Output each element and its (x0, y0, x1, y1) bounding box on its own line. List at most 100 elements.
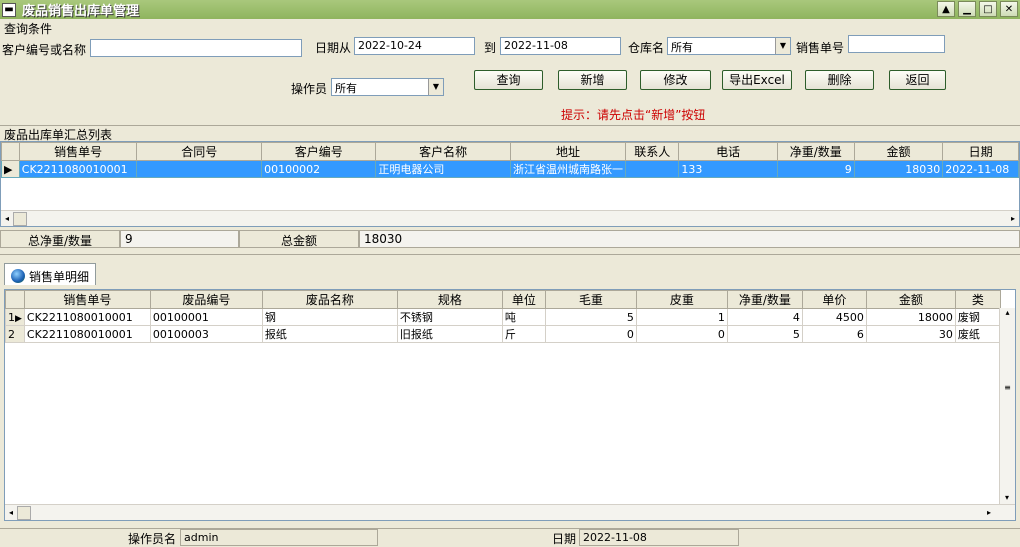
table-cell[interactable]: 5 (544, 308, 637, 326)
scroll-thumb[interactable] (13, 211, 28, 226)
table-cell[interactable]: 5 (726, 325, 803, 343)
edit-button[interactable]: 修改 (640, 70, 711, 90)
scroll-up-icon[interactable]: ▴ (1000, 308, 1015, 317)
delete-button[interactable]: 删除 (805, 70, 874, 90)
table-cell[interactable]: 废纸 (954, 325, 1001, 343)
date-from-label: 日期从 (315, 41, 352, 55)
table-cell[interactable]: 旧报纸 (396, 325, 503, 343)
table-cell[interactable]: 18000 (865, 308, 956, 326)
table-cell[interactable]: CK2211080010001 (18, 160, 138, 178)
column-header[interactable]: 单价 (801, 290, 867, 309)
table-cell[interactable]: 不锈钢 (396, 308, 503, 326)
table-row[interactable]: ▶ CK2211080010001 00100002 正明电器公司 浙江省温州城南路张一… (1, 160, 1019, 178)
column-header[interactable]: 金额 (853, 142, 944, 161)
customer-input[interactable] (90, 39, 302, 57)
scroll-left-icon[interactable]: ◂ (9, 508, 13, 517)
table-cell[interactable]: CK2211080010001 (23, 308, 151, 326)
column-header[interactable]: 单位 (501, 290, 546, 309)
column-header[interactable]: 毛重 (544, 290, 637, 309)
row-indicator-header (1, 142, 20, 161)
table-cell[interactable]: 9 (776, 160, 855, 178)
add-button[interactable]: 新增 (558, 70, 627, 90)
summary-horizontal-scrollbar[interactable]: ◂ ▸ (1, 210, 1019, 226)
table-cell[interactable]: 吨 (501, 308, 546, 326)
table-cell[interactable]: 18030 (853, 160, 944, 178)
table-cell[interactable]: 废钢 (954, 308, 1001, 326)
table-cell[interactable]: 00100003 (149, 325, 263, 343)
table-cell[interactable]: 30 (865, 325, 956, 343)
column-header[interactable]: 类 (954, 290, 1001, 309)
date-to-input[interactable]: 2022-11-08 (500, 37, 621, 55)
tab-sale-detail[interactable]: 销售单明细 (4, 263, 97, 285)
table-cell[interactable]: 报纸 (261, 325, 398, 343)
table-cell[interactable]: 2022-11-08 (942, 160, 1019, 178)
scroll-left-icon[interactable]: ◂ (5, 214, 9, 223)
warehouse-select[interactable]: 所有 ▼ (667, 37, 791, 55)
column-header[interactable]: 客户编号 (261, 142, 377, 161)
column-header[interactable]: 净重/数量 (776, 142, 855, 161)
column-header[interactable]: 联系人 (625, 142, 680, 161)
empty-row (2, 194, 1019, 210)
table-cell[interactable]: 00100001 (149, 308, 263, 326)
table-cell[interactable]: 00100002 (261, 160, 377, 178)
column-header[interactable]: 电话 (678, 142, 778, 161)
scroll-down-icon[interactable]: ▾ (1000, 493, 1014, 502)
query-button[interactable]: 查询 (474, 70, 543, 90)
column-header[interactable]: 销售单号 (18, 142, 138, 161)
column-header[interactable]: 净重/数量 (726, 290, 803, 309)
table-cell[interactable]: 133 (678, 160, 778, 178)
detail-grid[interactable]: 销售单号 废品编号 废品名称 规格 单位 毛重 皮重 净重/数量 单价 金额类 1▶ CK22110… (4, 289, 1016, 521)
chevron-down-icon[interactable]: ▼ (428, 79, 443, 95)
sale-no-input[interactable] (848, 35, 945, 53)
column-header[interactable]: 客户名称 (375, 142, 512, 161)
column-header[interactable]: 废品编号 (149, 290, 263, 309)
table-cell[interactable]: 6 (801, 325, 867, 343)
column-header[interactable]: 销售单号 (23, 290, 151, 309)
back-button[interactable]: 返回 (889, 70, 946, 90)
table-cell[interactable]: 1 (635, 308, 728, 326)
table-cell[interactable]: 0 (635, 325, 728, 343)
detail-horizontal-scrollbar[interactable]: ◂ ▸ (5, 504, 1015, 520)
column-header[interactable]: 规格 (396, 290, 503, 309)
column-header[interactable]: 金额 (865, 290, 956, 309)
date-from-input[interactable]: 2022-10-24 (354, 37, 475, 55)
scroll-right-icon[interactable]: ▸ (987, 508, 991, 517)
table-row[interactable]: 1▶ CK2211080010001 00100001 钢不锈钢吨 5 1 4 4500 180… (5, 308, 1001, 326)
status-bar: 操作员名 admin 日期 2022-11-08 (0, 528, 1020, 546)
column-header[interactable]: 合同号 (136, 142, 263, 161)
table-cell[interactable]: 斤 (501, 325, 546, 343)
table-cell[interactable]: 正明电器公司 (375, 160, 512, 178)
table-cell[interactable]: 浙江省温州城南路张一 (510, 160, 627, 178)
column-header[interactable]: 皮重 (635, 290, 728, 309)
scroll-grip-icon[interactable]: ≡ (1000, 383, 1015, 392)
hint-text: 提示：请先点击“新增”按钮 (561, 108, 706, 122)
table-cell[interactable]: 4 (726, 308, 803, 326)
export-excel-button[interactable]: 导出Excel (722, 70, 792, 90)
chevron-down-icon[interactable]: ▼ (775, 38, 790, 54)
table-cell[interactable]: 4500 (801, 308, 867, 326)
table-cell[interactable]: CK2211080010001 (23, 325, 151, 343)
column-header[interactable]: 地址 (510, 142, 627, 161)
operator-select[interactable]: 所有 ▼ (331, 78, 444, 96)
help-button[interactable]: ▲ (937, 1, 955, 17)
scroll-right-icon[interactable]: ▸ (1011, 214, 1015, 223)
minimize-button[interactable]: ▁ (958, 1, 976, 17)
table-row[interactable]: 2 CK2211080010001 00100003 报纸 旧报纸斤 0 0 5 6 30 废纸 (5, 325, 1001, 343)
system-menu-icon[interactable]: ▬ (2, 2, 16, 17)
scroll-thumb[interactable] (17, 505, 32, 520)
table-cell[interactable]: 0 (544, 325, 637, 343)
table-cell[interactable]: 钢 (261, 308, 398, 326)
tab-label: 销售单明细 (29, 269, 90, 284)
warehouse-value: 所有 (671, 41, 693, 54)
summary-grid[interactable]: 销售单号 合同号 客户编号 客户名称 地址 联系人 电话 净重/数量 金额 日期 ▶ CK22110… (0, 141, 1020, 227)
detail-vertical-scrollbar[interactable]: ▴ ≡ ▾ (999, 308, 1015, 504)
close-button[interactable]: ✕ (1000, 1, 1018, 17)
warehouse-label: 仓库名 (628, 41, 665, 55)
table-cell[interactable] (136, 160, 263, 178)
globe-icon (11, 269, 25, 283)
column-header[interactable]: 日期 (942, 142, 1019, 161)
column-header[interactable]: 废品名称 (261, 290, 398, 309)
maximize-button[interactable]: □ (979, 1, 997, 17)
status-date-value: 2022-11-08 (579, 529, 739, 546)
table-cell[interactable] (625, 160, 680, 178)
